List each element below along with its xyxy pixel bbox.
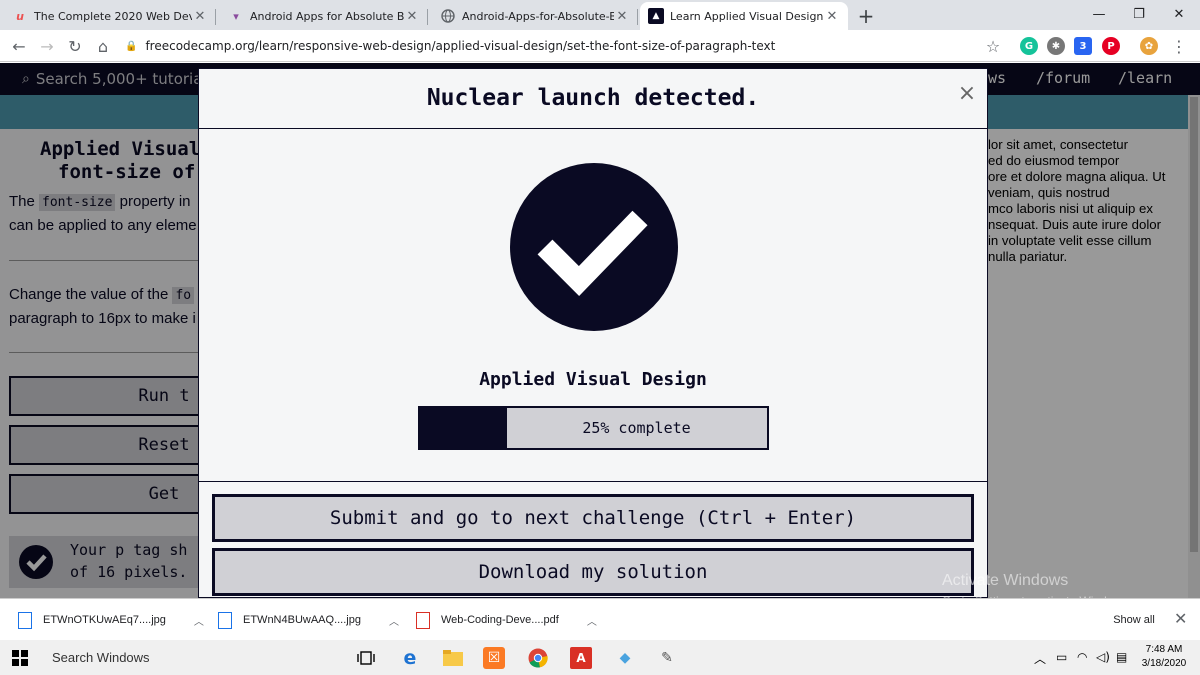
notification-icon[interactable]: ▤ — [1116, 650, 1127, 664]
globe-icon — [440, 8, 456, 24]
url-text: freecodecamp.org/learn/responsive-web-de… — [145, 39, 776, 53]
css-extension-icon[interactable]: 3 — [1074, 37, 1092, 55]
app-icon[interactable]: ◆ — [614, 647, 636, 669]
download-item[interactable]: ETWnOTKUwAEq7....jpg ︿ — [18, 607, 204, 633]
download-item[interactable]: Web-Coding-Deve....pdf ︿ — [416, 607, 597, 633]
download-filename: ETWnN4BUwAAQ....jpg — [243, 614, 361, 626]
image-file-icon — [218, 611, 232, 629]
modal-title: Nuclear launch detected. — [426, 85, 760, 111]
close-icon[interactable]: ✕ — [824, 9, 840, 24]
download-shelf: ETWnOTKUwAEq7....jpg ︿ ETWnN4BUwAAQ....j… — [0, 598, 1200, 640]
window-close-button[interactable]: ✕ — [1156, 0, 1200, 28]
close-icon[interactable]: ✕ — [1174, 609, 1187, 628]
task-view-icon[interactable] — [355, 647, 377, 669]
new-tab-button[interactable]: + — [854, 4, 878, 28]
browser-tab[interactable]: Android-Apps-for-Absolute-Begi ✕ — [432, 2, 638, 30]
windows-start-icon[interactable] — [12, 650, 28, 666]
progress-label: 25% complete — [582, 419, 691, 437]
progress-fill — [420, 408, 507, 448]
submit-next-challenge-button[interactable]: Submit and go to next challenge (Ctrl + … — [212, 494, 974, 542]
menu-kebab-icon[interactable]: ⋮ — [1168, 35, 1190, 57]
browser-tab[interactable]: ▾ Android Apps for Absolute Begin ✕ — [220, 2, 428, 30]
tab-title: Android-Apps-for-Absolute-Begi — [462, 9, 614, 23]
completion-modal: Nuclear launch detected. × Applied Visua… — [198, 68, 988, 598]
volume-icon[interactable]: ◁) — [1096, 650, 1110, 664]
tab-title: Learn Applied Visual Design: Set — [670, 9, 824, 23]
close-icon[interactable]: ✕ — [404, 9, 420, 24]
paint-icon[interactable]: ✎ — [656, 647, 678, 669]
back-button[interactable]: ← — [8, 35, 30, 57]
edge-browser-icon[interactable]: e — [399, 647, 421, 669]
file-explorer-icon[interactable] — [442, 647, 464, 669]
progress-bar: 25% complete — [418, 406, 769, 450]
chevron-up-icon[interactable]: ︿ — [587, 613, 597, 628]
close-icon[interactable]: ✕ — [192, 9, 208, 24]
browser-tab-strip: u The Complete 2020 Web Develop ✕ ▾ Andr… — [0, 0, 1200, 30]
xampp-icon[interactable]: ☒ — [483, 647, 505, 669]
tab-title: The Complete 2020 Web Develop — [34, 9, 192, 23]
address-bar[interactable]: 🔒 freecodecamp.org/learn/responsive-web-… — [125, 36, 985, 56]
grammarly-extension-icon[interactable]: G — [1020, 37, 1038, 55]
wifi-icon[interactable]: ◠ — [1077, 650, 1087, 664]
certification-title: Applied Visual Design — [479, 369, 707, 390]
home-button[interactable]: ⌂ — [92, 35, 114, 57]
tab-title: Android Apps for Absolute Begin — [250, 9, 404, 23]
close-icon[interactable]: × — [957, 81, 977, 106]
browser-tab-active[interactable]: ▲ Learn Applied Visual Design: Set ✕ — [640, 2, 848, 30]
chevron-up-icon[interactable]: ︿ — [194, 613, 204, 628]
reload-button[interactable]: ↻ — [64, 35, 86, 57]
chrome-icon[interactable] — [527, 647, 549, 669]
chevron-up-icon[interactable]: ︿ — [389, 613, 399, 628]
bug-extension-icon[interactable]: ✱ — [1047, 37, 1065, 55]
close-icon[interactable]: ✕ — [614, 9, 630, 24]
pinterest-extension-icon[interactable]: P — [1102, 37, 1120, 55]
udemy-icon: u — [16, 9, 24, 23]
clock-time: 7:48 AM — [1145, 644, 1183, 655]
pdf-reader-icon[interactable]: A — [570, 647, 592, 669]
lock-icon: 🔒 — [125, 40, 138, 52]
browser-tab[interactable]: u The Complete 2020 Web Develop ✕ — [4, 2, 216, 30]
pdf-file-icon — [416, 611, 430, 629]
forward-button[interactable]: → — [36, 35, 58, 57]
download-filename: ETWnOTKUwAEq7....jpg — [43, 614, 166, 626]
bookmark-star-icon[interactable]: ☆ — [982, 35, 1004, 57]
download-solution-button[interactable]: Download my solution — [212, 548, 974, 596]
modal-header: Nuclear launch detected. × — [199, 69, 987, 129]
windows-taskbar: Search Windows e ☒ A ◆ ✎ ︿ ▭ ◠ ◁) ▤ 7:48… — [0, 640, 1200, 675]
freecodecamp-icon: ▲ — [648, 8, 664, 24]
success-check-icon — [509, 162, 679, 332]
divider — [199, 481, 987, 482]
download-item[interactable]: ETWnN4BUwAAQ....jpg ︿ — [218, 607, 399, 633]
download-filename: Web-Coding-Deve....pdf — [441, 614, 559, 626]
clock-date: 3/18/2020 — [1141, 658, 1187, 669]
network-icon[interactable]: ▭ — [1056, 650, 1067, 664]
book-icon: ▾ — [233, 9, 239, 23]
image-file-icon — [18, 611, 32, 629]
taskbar-search[interactable]: Search Windows — [38, 640, 338, 675]
show-all-downloads-button[interactable]: Show all — [1102, 609, 1166, 631]
tray-expand-icon[interactable]: ︿ — [1034, 650, 1046, 667]
browser-toolbar: ← → ↻ ⌂ 🔒 freecodecamp.org/learn/respons… — [0, 30, 1200, 62]
taskbar-clock[interactable]: 7:48 AM 3/18/2020 — [1136, 643, 1192, 671]
activate-windows-watermark: Activate Windows — [942, 572, 1069, 589]
extensions-icon[interactable]: ✿ — [1140, 37, 1158, 55]
